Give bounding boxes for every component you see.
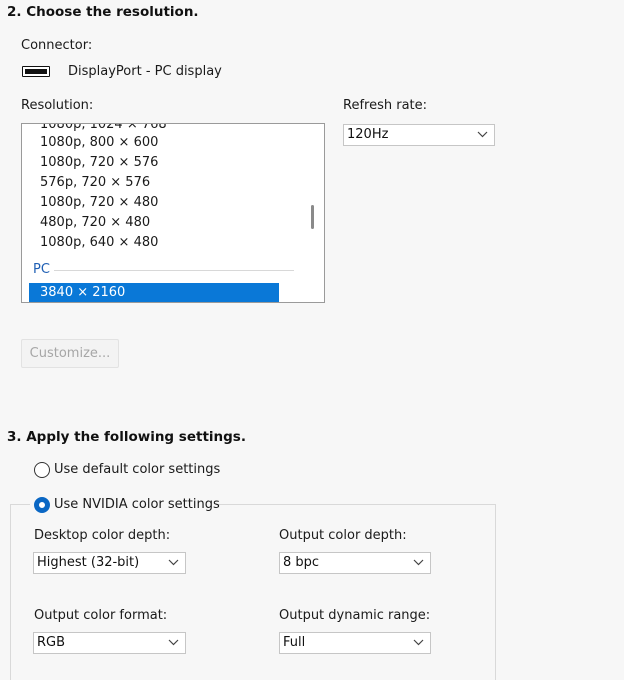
list-item[interactable]: 480p, 720 × 480 bbox=[40, 215, 150, 230]
resolution-listbox[interactable]: 1080p, 1024 × 768 1080p, 800 × 600 1080p… bbox=[21, 123, 325, 303]
default-color-radio[interactable] bbox=[34, 462, 50, 478]
chevron-down-icon bbox=[477, 131, 488, 138]
output-color-depth-dropdown[interactable]: 8 bpc bbox=[279, 552, 431, 574]
chevron-down-icon bbox=[168, 559, 179, 566]
list-item-selected[interactable]: 3840 × 2160 bbox=[29, 283, 279, 302]
output-dynamic-range-value: Full bbox=[283, 635, 306, 650]
output-color-depth-label: Output color depth: bbox=[279, 528, 407, 543]
group-header-pc: PC bbox=[33, 262, 50, 277]
section-3-title: 3. Apply the following settings. bbox=[7, 429, 246, 445]
output-color-format-value: RGB bbox=[37, 635, 66, 650]
chevron-down-icon bbox=[413, 639, 424, 646]
refresh-rate-value: 120Hz bbox=[347, 127, 389, 142]
chevron-down-icon bbox=[168, 639, 179, 646]
desktop-color-depth-value: Highest (32-bit) bbox=[37, 555, 140, 570]
nvidia-color-label[interactable]: Use NVIDIA color settings bbox=[54, 497, 220, 512]
scrollbar-thumb[interactable] bbox=[311, 205, 314, 229]
nvidia-color-radio[interactable] bbox=[34, 497, 50, 513]
list-item[interactable]: 1080p, 720 × 480 bbox=[40, 195, 158, 210]
list-item[interactable]: 1080p, 720 × 576 bbox=[40, 155, 158, 170]
refresh-rate-dropdown[interactable]: 120Hz bbox=[343, 124, 495, 146]
displayport-icon bbox=[22, 66, 50, 77]
desktop-color-depth-dropdown[interactable]: Highest (32-bit) bbox=[33, 552, 186, 574]
output-dynamic-range-label: Output dynamic range: bbox=[279, 608, 431, 623]
group-separator bbox=[54, 270, 294, 271]
resolution-label: Resolution: bbox=[21, 98, 94, 113]
customize-button[interactable]: Customize... bbox=[21, 339, 119, 368]
list-item[interactable]: 1080p, 640 × 480 bbox=[40, 235, 158, 250]
output-dynamic-range-dropdown[interactable]: Full bbox=[279, 632, 431, 654]
refresh-rate-label: Refresh rate: bbox=[343, 98, 428, 113]
connector-value: DisplayPort - PC display bbox=[68, 64, 222, 79]
list-item[interactable]: 1080p, 1024 × 768 bbox=[40, 124, 167, 132]
output-color-format-dropdown[interactable]: RGB bbox=[33, 632, 186, 654]
list-item[interactable]: 1080p, 800 × 600 bbox=[40, 135, 158, 150]
output-color-depth-value: 8 bpc bbox=[283, 555, 320, 570]
list-item[interactable]: 576p, 720 × 576 bbox=[40, 175, 150, 190]
default-color-label[interactable]: Use default color settings bbox=[54, 462, 220, 477]
output-color-format-label: Output color format: bbox=[34, 608, 168, 623]
section-2-title: 2. Choose the resolution. bbox=[7, 4, 199, 20]
connector-label: Connector: bbox=[21, 38, 93, 53]
chevron-down-icon bbox=[413, 559, 424, 566]
desktop-color-depth-label: Desktop color depth: bbox=[34, 528, 171, 543]
